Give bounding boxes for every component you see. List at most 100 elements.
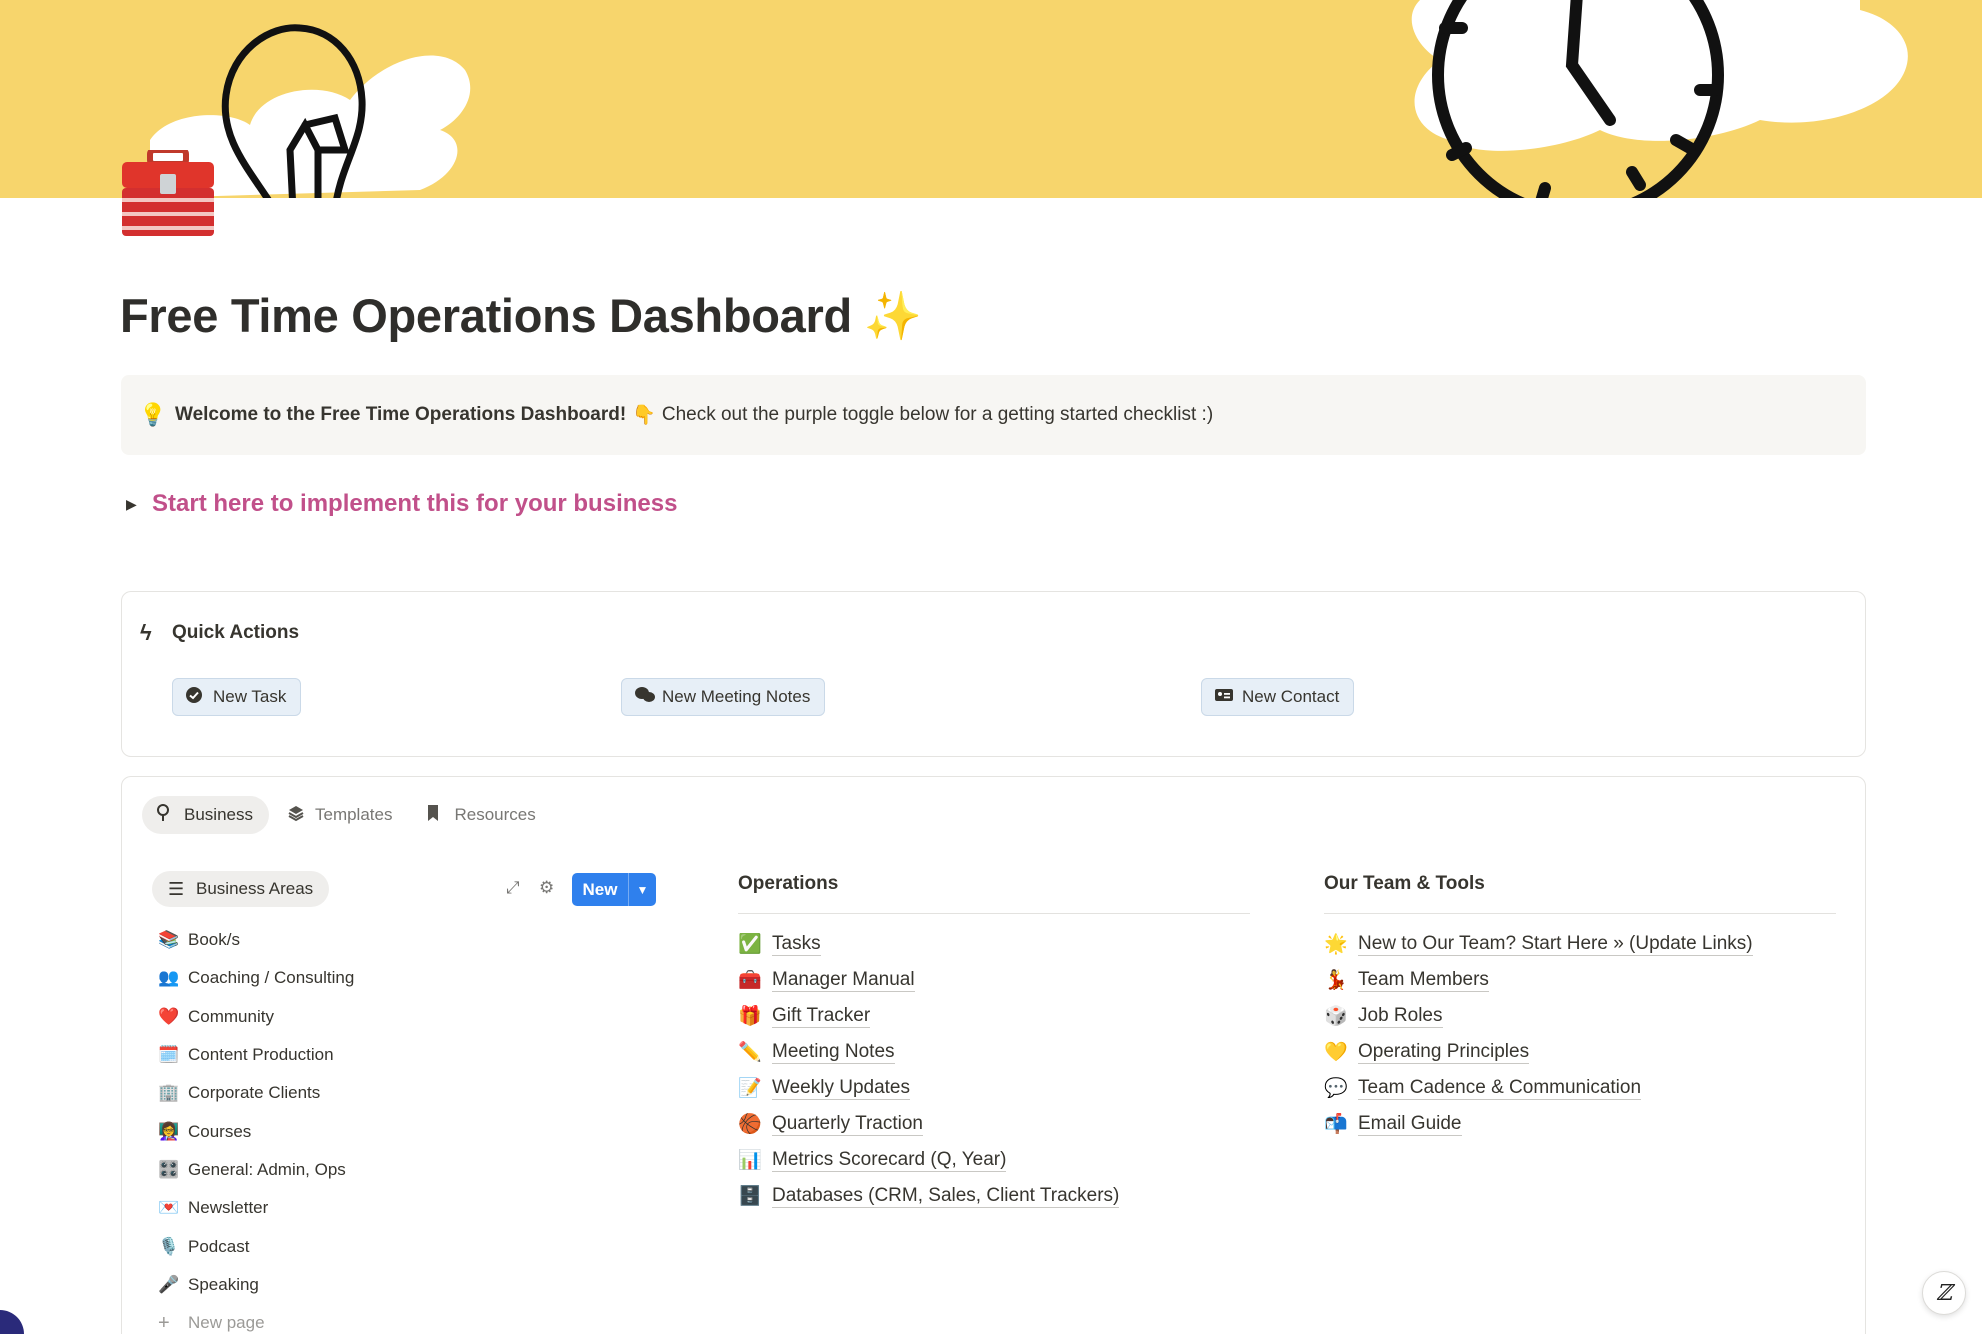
pointing-down-icon: 👇 — [632, 405, 656, 426]
bar-chart-icon: 📊 — [738, 1150, 762, 1171]
link-job-roles[interactable]: 🎲 Job Roles — [1324, 998, 1836, 1034]
link-metrics-scorecard[interactable]: 📊 Metrics Scorecard (Q, Year) — [738, 1142, 1250, 1178]
new-contact-button[interactable]: New Contact — [1201, 678, 1355, 716]
list-item[interactable]: 🏢 Corporate Clients — [158, 1074, 354, 1112]
layers-icon — [287, 804, 315, 827]
tab-business[interactable]: Business — [142, 796, 269, 834]
chevron-down-icon[interactable]: ▼ — [629, 883, 656, 897]
page-title-text: Free Time Operations Dashboard — [120, 289, 852, 342]
office-building-icon: 🏢 — [158, 1083, 180, 1103]
studio-microphone-icon: 🎙️ — [158, 1236, 180, 1256]
list-item[interactable]: 🎛️ General: Admin, Ops — [158, 1151, 354, 1189]
list-item-label: Corporate Clients — [188, 1083, 321, 1103]
new-contact-label: New Contact — [1242, 687, 1340, 706]
business-areas-view-button[interactable]: ☰ Business Areas — [152, 871, 330, 907]
link-team-members[interactable]: 💃 Team Members — [1324, 962, 1836, 998]
page-title: Free Time Operations Dashboard ✨ — [120, 288, 922, 344]
new-entry-label[interactable]: New — [572, 880, 628, 900]
control-knobs-icon: 🎛️ — [158, 1159, 180, 1179]
link-label: Operating Principles — [1358, 1040, 1530, 1064]
mailbox-icon: 📬 — [1324, 1114, 1348, 1135]
callout-bold-text: Welcome to the Free Time Operations Dash… — [175, 404, 627, 425]
microphone-icon: 🎤 — [158, 1274, 180, 1294]
list-item[interactable]: 🎤 Speaking — [158, 1266, 354, 1304]
list-item[interactable]: 📚 Book/s — [158, 921, 354, 959]
link-team-cadence[interactable]: 💬 Team Cadence & Communication — [1324, 1070, 1836, 1106]
list-item-label: Book/s — [188, 930, 240, 950]
link-meeting-notes[interactable]: ✏️ Meeting Notes — [738, 1034, 1250, 1070]
list-item-label: Coaching / Consulting — [188, 968, 355, 988]
list-item[interactable]: 💌 Newsletter — [158, 1189, 354, 1227]
toggle-triangle-icon[interactable]: ▶ — [126, 496, 152, 513]
tab-resources-label: Resources — [454, 805, 536, 824]
link-label: Team Members — [1358, 968, 1489, 992]
file-cabinet-icon: 🗄️ — [738, 1186, 762, 1207]
link-label: Manager Manual — [772, 968, 915, 992]
toggle-label[interactable]: Start here to implement this for your bu… — [152, 490, 677, 518]
check-mark-icon: ✅ — [738, 934, 762, 955]
link-label: Weekly Updates — [772, 1076, 910, 1100]
yellow-heart-icon: 💛 — [1324, 1042, 1348, 1063]
new-meeting-notes-button[interactable]: New Meeting Notes — [621, 678, 826, 716]
link-label: Meeting Notes — [772, 1040, 895, 1064]
quick-actions-heading: ϟ Quick Actions — [140, 620, 299, 646]
love-letter-icon: 💌 — [158, 1198, 180, 1218]
tab-business-label: Business — [184, 805, 253, 824]
link-email-guide[interactable]: 📬 Email Guide — [1324, 1106, 1836, 1142]
new-task-label: New Task — [213, 687, 287, 706]
pin-icon — [156, 803, 184, 827]
filter-settings-icon[interactable]: ⚙ — [539, 878, 554, 898]
bookmark-icon — [426, 804, 454, 827]
list-item-label: Speaking — [188, 1274, 259, 1294]
lightbulb-icon: 💡 — [139, 402, 167, 427]
list-item-label: Newsletter — [188, 1198, 269, 1218]
link-label: New to Our Team? Start Here » (Update Li… — [1358, 932, 1753, 956]
expand-icon[interactable]: ⤢ — [506, 878, 520, 898]
star-icon: 🌟 — [1324, 934, 1348, 955]
list-item[interactable]: 🗓️ Content Production — [158, 1036, 354, 1074]
tab-bar: Business Templates Resources — [142, 796, 556, 834]
link-tasks[interactable]: ✅ Tasks — [738, 926, 1250, 962]
cover-image — [0, 0, 1982, 198]
link-start-here[interactable]: 🌟 New to Our Team? Start Here » (Update L… — [1324, 926, 1836, 962]
list-item[interactable]: 👩‍🏫 Courses — [158, 1112, 354, 1150]
new-page-label: New page — [188, 1313, 265, 1333]
tab-resources[interactable]: Resources — [412, 796, 551, 834]
basketball-icon: 🏀 — [738, 1114, 762, 1135]
link-databases[interactable]: 🗄️ Databases (CRM, Sales, Client Trackers… — [738, 1178, 1250, 1214]
getting-started-toggle[interactable]: ▶ Start here to implement this for your … — [126, 490, 677, 518]
list-icon: ☰ — [168, 878, 185, 899]
divider — [738, 913, 1250, 914]
list-item[interactable]: ❤️ Community — [158, 998, 354, 1036]
speech-bubble-icon: 💬 — [1324, 1078, 1348, 1099]
tab-templates-label: Templates — [314, 805, 393, 824]
toolbox-icon[interactable] — [120, 147, 216, 240]
books-icon: 📚 — [158, 930, 180, 950]
callout-text: Check out the purple toggle below for a … — [661, 404, 1214, 425]
toolbox-icon: 🧰 — [738, 970, 762, 991]
list-item-label: Podcast — [188, 1236, 250, 1256]
link-operating-principles[interactable]: 💛 Operating Principles — [1324, 1034, 1836, 1070]
business-areas-view-label: Business Areas — [196, 879, 314, 898]
link-label: Metrics Scorecard (Q, Year) — [772, 1148, 1007, 1172]
new-task-button[interactable]: New Task — [172, 678, 302, 716]
new-page-button[interactable]: + New page — [158, 1304, 354, 1334]
link-label: Email Guide — [1358, 1112, 1462, 1136]
divider — [1324, 913, 1836, 914]
quick-actions-heading-text: Quick Actions — [172, 622, 300, 643]
link-quarterly-traction[interactable]: 🏀 Quarterly Traction — [738, 1106, 1250, 1142]
new-entry-button[interactable]: New ▼ — [572, 873, 656, 906]
link-gift-tracker[interactable]: 🎁 Gift Tracker — [738, 998, 1250, 1034]
help-assistant-icon[interactable]: ℤ — [1922, 1271, 1966, 1315]
people-icon: 👥 — [158, 968, 180, 988]
chat-bubbles-icon — [634, 686, 662, 709]
check-circle-icon — [185, 686, 213, 709]
list-item-label: Courses — [188, 1121, 252, 1141]
link-weekly-updates[interactable]: 📝 Weekly Updates — [738, 1070, 1250, 1106]
list-item[interactable]: 🎙️ Podcast — [158, 1227, 354, 1265]
tab-templates[interactable]: Templates — [273, 796, 408, 834]
link-manager-manual[interactable]: 🧰 Manager Manual — [738, 962, 1250, 998]
new-meeting-notes-label: New Meeting Notes — [662, 687, 811, 706]
quick-actions-block: ϟ Quick Actions New Task New Meeting Not… — [121, 591, 1866, 757]
list-item[interactable]: 👥 Coaching / Consulting — [158, 959, 354, 997]
